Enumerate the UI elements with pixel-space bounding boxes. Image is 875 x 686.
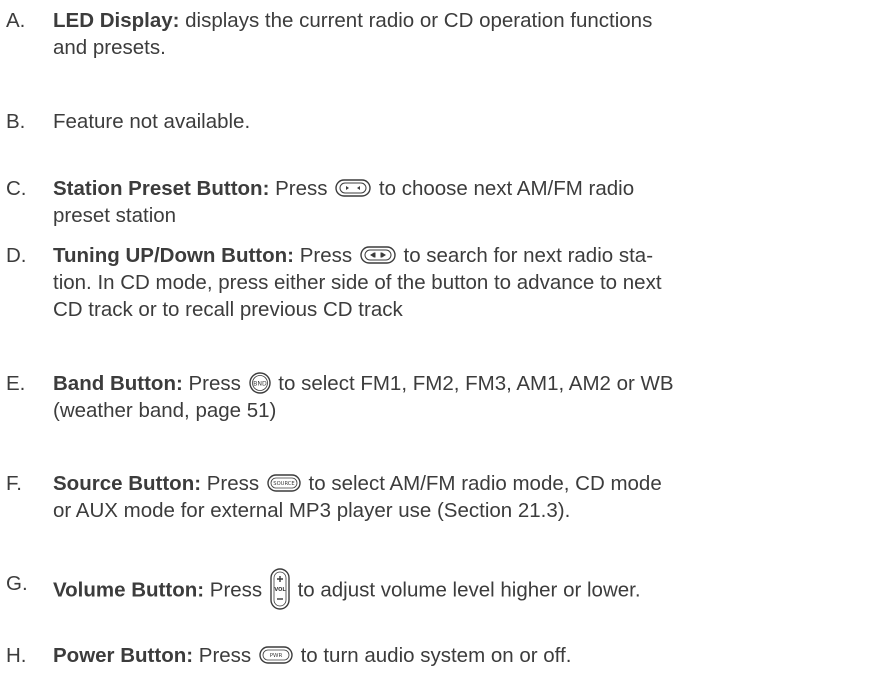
power-button-icon: PWR — [259, 645, 293, 664]
item-letter: H. — [6, 644, 27, 667]
item-text: Press — [294, 244, 358, 267]
item-text-line2: or AUX mode for external MP3 player use … — [53, 499, 571, 522]
item-label: Source Button: — [53, 472, 202, 495]
band-button-icon: BND — [248, 371, 271, 394]
power-icon-text: PWR — [270, 653, 283, 659]
list-item-c: C. Station Preset Button: Press to choos… — [6, 175, 866, 229]
item-letter: D. — [6, 244, 27, 267]
item-letter: B. — [6, 110, 26, 133]
item-text: displays the current radio or CD operati… — [179, 9, 653, 32]
item-text-line2: (weather band, page 51) — [53, 399, 277, 422]
item-text: Press — [269, 177, 334, 200]
item-letter: E. — [6, 372, 26, 395]
item-text-after: to search for next radio sta- — [397, 244, 654, 267]
list-item-d: D. Tuning UP/Down Button: Press to searc… — [6, 242, 866, 323]
item-letter: F. — [6, 472, 22, 495]
list-item-b: B. Feature not available. — [6, 108, 866, 135]
item-letter: C. — [6, 177, 27, 200]
volume-icon-text: VOL — [274, 587, 286, 593]
item-label: Tuning UP/Down Button: — [53, 244, 294, 267]
list-item-g: G. Volume Button: Press VOL to adjust vo… — [6, 568, 866, 612]
item-text: Feature not available. — [53, 110, 251, 133]
item-text: Press — [182, 372, 247, 395]
item-text-line2: tion. In CD mode, press either side of t… — [53, 271, 662, 294]
item-label: Volume Button: — [53, 578, 205, 602]
item-text-after: to adjust volume level higher or lower. — [291, 578, 641, 602]
item-text-after: to turn audio system on or off. — [294, 644, 572, 667]
item-text-after: to select FM1, FM2, FM3, AM1, AM2 or WB — [272, 372, 674, 395]
list-item-a: A. LED Display: displays the current rad… — [6, 7, 866, 61]
item-text-line2: and presets. — [53, 36, 166, 59]
tuning-button-icon — [360, 245, 396, 264]
item-label: Power Button: — [53, 644, 194, 667]
item-label: Station Preset Button: — [53, 177, 270, 200]
item-label: LED Display: — [53, 9, 180, 32]
item-label: Band Button: — [53, 372, 183, 395]
list-item-f: F. Source Button: Press SOURCE to select… — [6, 470, 866, 524]
band-icon-text: BND — [253, 380, 267, 387]
item-text-line3: CD track or to recall previous CD track — [53, 298, 403, 321]
source-icon-text: SOURCE — [273, 481, 294, 487]
item-text: Press — [201, 472, 265, 495]
item-text-after: to select AM/FM radio mode, CD mode — [302, 472, 662, 495]
volume-button-icon: VOL — [270, 568, 290, 610]
item-text-after: to choose next AM/FM radio — [373, 177, 635, 200]
source-button-icon: SOURCE — [267, 473, 301, 492]
item-text: Press — [193, 644, 257, 667]
item-letter: G. — [6, 572, 28, 595]
list-item-h: H. Power Button: Press PWR to turn audio… — [6, 642, 866, 669]
item-text-line2: preset station — [53, 204, 177, 227]
list-item-e: E. Band Button: Press BND to select FM1,… — [6, 370, 866, 424]
preset-button-icon — [335, 178, 371, 197]
item-letter: A. — [6, 9, 26, 32]
item-text: Press — [204, 578, 268, 602]
